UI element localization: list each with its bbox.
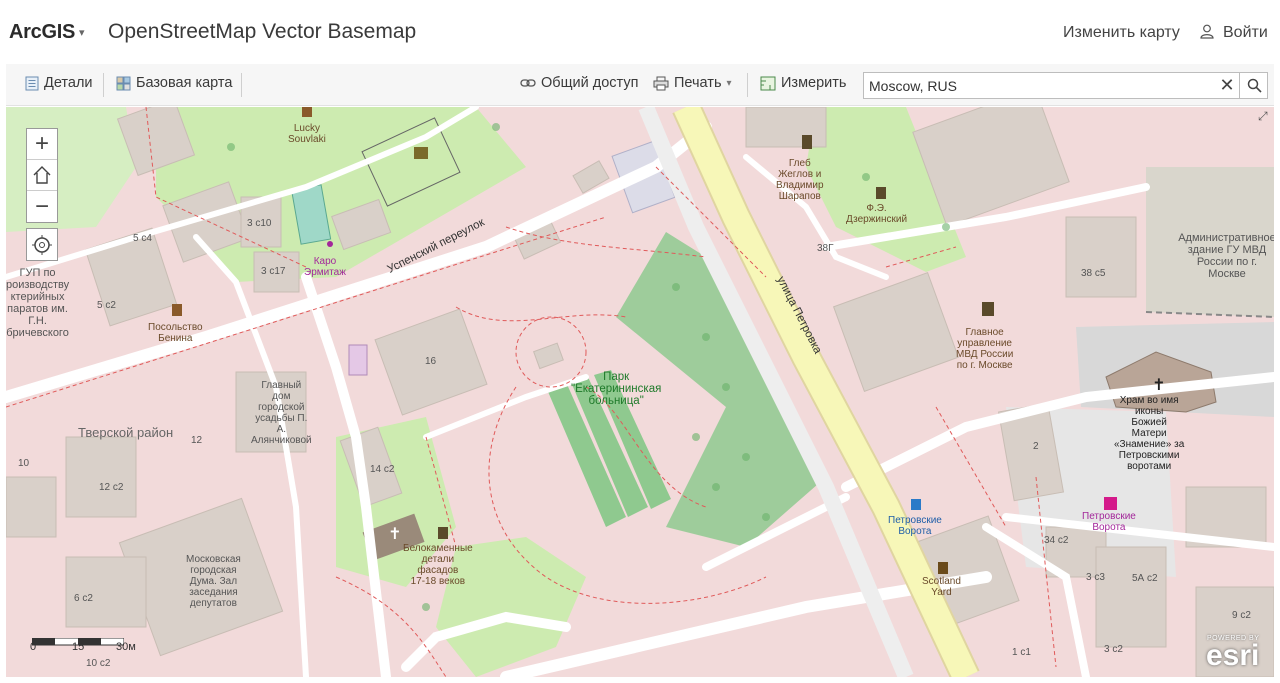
building-label: Главный дом городской усадьбы П. А. Алянчиков… [251, 380, 312, 446]
signin-link[interactable]: Войти [1223, 24, 1268, 42]
building-number: 3 с17 [261, 266, 286, 277]
measure-button[interactable]: Измерить [760, 75, 846, 91]
building-number: 10 [18, 458, 30, 469]
building-number: 5А с2 [1132, 573, 1158, 584]
measure-label: Измерить [781, 75, 847, 91]
building-label: Административное здание ГУ МВД России по г… [1178, 232, 1274, 280]
building-number: 3 с10 [247, 218, 272, 229]
toolbar: Детали Базовая карта Общий доступ Печать… [6, 64, 1274, 106]
app-header: ArcGIS ▾ OpenStreetMap Vector Basemap Из… [0, 0, 1280, 64]
svg-text:✝: ✝ [1152, 375, 1165, 394]
building-number: 9 с2 [1232, 610, 1251, 621]
building-number: 12 с2 [99, 482, 124, 493]
search-box: ✕ [863, 72, 1268, 99]
basemap-label: Базовая карта [136, 75, 233, 91]
change-map-link[interactable]: Изменить карту [1063, 24, 1180, 42]
esri-wordmark: esri [1206, 639, 1260, 672]
printer-icon [653, 76, 669, 90]
poi-label: Главное управление МВД России по г. Москве [956, 327, 1014, 371]
poi-label: Scotland Yard [922, 576, 961, 598]
park-label: Парк "Екатерининская больница" [571, 371, 662, 407]
map-view[interactable]: ✝ ✝ Lucky Souvlaki Глеб Жеглов и Владимир Ша… [6, 107, 1274, 677]
zoom-in-button[interactable]: + [27, 129, 57, 160]
expand-icon[interactable]: ⤢ [1258, 109, 1268, 124]
chevron-down-icon[interactable]: ▾ [79, 26, 85, 39]
building-number: 5 с2 [97, 300, 116, 311]
scale-bar: 0 15 30м [30, 633, 136, 653]
scale-tick: 15 [72, 641, 85, 653]
toolbar-divider [103, 73, 104, 97]
building-number: 16 [425, 356, 437, 367]
crosshair-icon [32, 234, 52, 255]
building-number: 5 с4 [133, 233, 152, 244]
poi-label: Белокаменные детали фасадов 17-18 веков [403, 543, 473, 587]
chevron-down-icon: ▾ [726, 77, 732, 89]
svg-text:✝: ✝ [388, 524, 401, 543]
poi-label: Ф.Э. Дзержинский [846, 203, 908, 225]
poi-label: Каро Эрмитаж [304, 256, 346, 278]
scale-tick: 30м [116, 641, 136, 653]
poi-label: Lucky Souvlaki [288, 123, 326, 145]
details-icon [25, 76, 39, 90]
poi-label: Глеб Жеглов и Владимир Шарапов [776, 158, 824, 202]
bus-stop-label: Петровские Ворота [888, 515, 942, 537]
basemap-button[interactable]: Базовая карта [116, 75, 232, 91]
toolbar-divider [747, 73, 748, 97]
poi-label: Храм во имя иконы Божией Матери «Знамение» з… [1114, 395, 1185, 472]
close-icon[interactable]: ✕ [1217, 75, 1237, 96]
basemap-grid-icon [116, 76, 131, 90]
map-title: OpenStreetMap Vector Basemap [108, 20, 417, 43]
arcgis-brand[interactable]: ArcGIS [9, 21, 75, 44]
locate-button[interactable] [27, 229, 57, 260]
building-number: 1 с1 [1012, 647, 1031, 658]
building-number: 6 с2 [74, 593, 93, 604]
building-number: 38 с5 [1081, 268, 1106, 279]
share-button[interactable]: Общий доступ [520, 75, 638, 91]
poi-label: Посольство Бенина [148, 322, 203, 344]
toolbar-divider [241, 73, 242, 97]
building-label: ГУП по роизводству ктерийных паратов им. Г.Н… [6, 267, 70, 339]
link-icon [520, 79, 536, 87]
zoom-control: + − [26, 128, 58, 223]
details-button[interactable]: Детали [25, 75, 93, 91]
zoom-out-button[interactable]: − [27, 191, 57, 222]
ruler-icon [760, 76, 776, 90]
building-number: 14 с2 [370, 464, 395, 475]
share-label: Общий доступ [541, 75, 639, 91]
building-number: 12 [191, 435, 203, 446]
district-label: Тверской район [78, 425, 174, 440]
print-label: Печать [674, 75, 722, 91]
pharmacy-label: Петровские Ворота [1082, 511, 1136, 533]
building-number: 3 с3 [1086, 572, 1105, 583]
details-label: Детали [44, 75, 93, 91]
locate-control [26, 228, 58, 261]
building-number: 38Г [817, 243, 834, 254]
scale-tick: 0 [30, 641, 37, 653]
search-input[interactable] [864, 73, 1219, 98]
home-icon [33, 166, 51, 184]
building-label: Московская городская Дума. Зал заседания деп… [186, 554, 241, 609]
building-number: 3 с2 [1104, 644, 1123, 655]
search-icon[interactable] [1239, 72, 1268, 99]
user-icon[interactable] [1200, 24, 1214, 44]
building-number: 10 с2 [86, 658, 111, 669]
esri-logo: POWERED BY esri [1206, 635, 1260, 672]
building-number: 34 с2 [1044, 535, 1069, 546]
print-button[interactable]: Печать ▾ [653, 75, 732, 91]
home-button[interactable] [27, 160, 57, 191]
building-number: 2 [1033, 441, 1039, 452]
